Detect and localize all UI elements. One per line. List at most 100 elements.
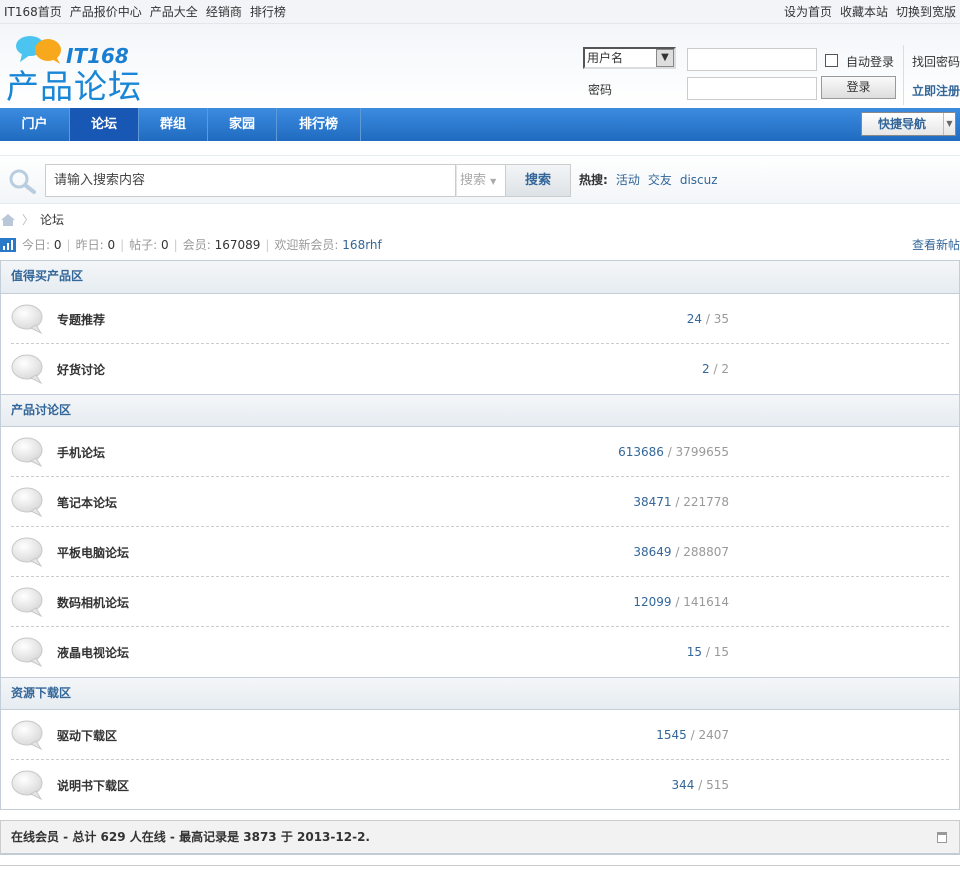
thread-count: 38471 [633, 495, 672, 509]
dropdown-arrow-icon: ▼ [943, 113, 955, 135]
quick-nav-label: 快捷导航 [878, 117, 927, 131]
forum-counts: 15 / 15 [686, 645, 729, 659]
nav-home[interactable]: 家园 [208, 108, 277, 141]
forum-name-link[interactable]: 液晶电视论坛 [57, 644, 129, 661]
password-label: 密码 [588, 83, 613, 97]
forum-counts: 12099 / 141614 [633, 595, 729, 609]
forum-name-link[interactable]: 手机论坛 [57, 444, 105, 461]
chevron-down-icon: ▼ [656, 49, 674, 67]
auto-login-checkbox[interactable] [825, 54, 838, 67]
breadcrumb-forum[interactable]: 论坛 [40, 211, 64, 228]
thread-count: 12099 [633, 595, 672, 609]
online-summary: 在线会员 - 总计 629 人在线 - 最高记录是 3873 于 2013-12… [11, 830, 370, 844]
post-count: 15 [713, 645, 729, 659]
thread-count: 1545 [656, 728, 687, 742]
forum-row: 笔记本论坛 38471 / 221778 [11, 477, 949, 527]
forum-counts: 38471 / 221778 [633, 495, 729, 509]
forum-bubble-icon [11, 720, 43, 750]
nav-rankings[interactable]: 排行榜 [277, 108, 361, 141]
hot-link[interactable]: 交友 [648, 173, 672, 187]
members-count: 167089 [214, 237, 261, 252]
forum-name-link[interactable]: 专题推荐 [57, 311, 105, 328]
breadcrumb-separator: 〉 [22, 213, 35, 227]
forum-counts: 2 / 2 [702, 362, 729, 376]
collapse-icon[interactable] [937, 832, 947, 843]
forum-name-link[interactable]: 好货讨论 [57, 361, 105, 378]
forum-name-link[interactable]: 说明书下载区 [57, 777, 129, 794]
header: IT168 产品论坛 用户名 ▼ 自动登录 密码 登录 找回密码 立即注册 [0, 24, 960, 108]
yesterday-count: 0 [107, 237, 116, 252]
link-rankings[interactable]: 排行榜 [250, 5, 286, 19]
forum-name-link[interactable]: 数码相机论坛 [57, 594, 129, 611]
forum-counts: 1545 / 2407 [656, 728, 729, 742]
posts-count: 0 [161, 237, 169, 252]
today-label: 今日: [22, 238, 51, 252]
link-dealers[interactable]: 经销商 [206, 5, 242, 19]
hot-label: 热搜: [579, 173, 608, 187]
members-label: 会员: [182, 238, 211, 252]
category-header[interactable]: 产品讨论区 [1, 394, 959, 427]
post-count: 515 [706, 778, 729, 792]
link-products[interactable]: 产品大全 [150, 5, 198, 19]
login-button[interactable]: 登录 [821, 76, 896, 99]
forum-bubble-icon [11, 437, 43, 467]
search-type-label: 搜索 [460, 173, 487, 188]
link-price-center[interactable]: 产品报价中心 [70, 5, 142, 19]
yesterday-label: 昨日: [75, 238, 104, 252]
link-it168-home[interactable]: IT168首页 [4, 5, 62, 19]
top-links-right: 设为首页 收藏本站 切换到宽版 [776, 3, 956, 20]
nav-portal[interactable]: 门户 [0, 108, 70, 141]
password-input[interactable] [687, 77, 817, 100]
forum-name-link[interactable]: 笔记本论坛 [57, 494, 117, 511]
category-header[interactable]: 资源下载区 [1, 677, 959, 710]
post-count: 221778 [683, 495, 729, 509]
hot-link[interactable]: 活动 [616, 173, 640, 187]
link-bookmark[interactable]: 收藏本站 [840, 5, 888, 19]
forum-bubble-icon [11, 304, 43, 334]
top-links-left: IT168首页 产品报价中心 产品大全 经销商 排行榜 [4, 3, 294, 20]
forum-row: 驱动下载区 1545 / 2407 [11, 710, 949, 760]
forum-row: 专题推荐 24 / 35 [11, 294, 949, 344]
link-set-homepage[interactable]: 设为首页 [784, 5, 832, 19]
new-member-label: 欢迎新会员: [274, 238, 339, 252]
search-input[interactable]: 请输入搜索内容 [45, 164, 456, 197]
auto-login-label[interactable]: 自动登录 [846, 53, 894, 70]
login-type-value: 用户名 [587, 51, 624, 65]
forum-bubble-icon [11, 637, 43, 667]
view-new-posts-link[interactable]: 查看新帖 [912, 236, 960, 253]
thread-count: 15 [686, 645, 703, 659]
category-header[interactable]: 值得买产品区 [1, 261, 959, 294]
forum-stats: 今日: 0 | 昨日: 0 | 帖子: 0 | 会员: 167089 | 欢迎新会员: … [0, 236, 960, 253]
post-count: 3799655 [675, 445, 729, 459]
forum-counts: 38649 / 288807 [633, 545, 729, 559]
home-icon[interactable] [0, 213, 16, 227]
link-wide-mode[interactable]: 切换到宽版 [896, 5, 956, 19]
today-count: 0 [53, 237, 62, 252]
hot-link[interactable]: discuz [680, 173, 718, 187]
forum-bubble-icon [11, 587, 43, 617]
new-member-link[interactable]: 168rhf [342, 238, 381, 252]
forum-bubble-icon [11, 354, 43, 384]
nav-groups[interactable]: 群组 [139, 108, 208, 141]
forum-bubble-icon [11, 487, 43, 517]
post-count: 35 [713, 312, 729, 326]
thread-count: 2 [702, 362, 710, 376]
forgot-password-link[interactable]: 找回密码 [912, 53, 960, 70]
nav-forum[interactable]: 论坛 [70, 108, 139, 141]
forum-name-link[interactable]: 驱动下载区 [57, 727, 117, 744]
forum-counts: 344 / 515 [671, 778, 729, 792]
forum-name-link[interactable]: 平板电脑论坛 [57, 544, 129, 561]
forum-bubble-icon [11, 770, 43, 800]
search-button[interactable]: 搜索 [505, 164, 571, 197]
divider [0, 865, 960, 866]
login-type-select[interactable]: 用户名 ▼ [583, 47, 676, 69]
register-link[interactable]: 立即注册 [912, 82, 960, 99]
post-count: 288807 [683, 545, 729, 559]
quick-nav-button[interactable]: 快捷导航 ▼ [861, 112, 956, 136]
top-bar: IT168首页 产品报价中心 产品大全 经销商 排行榜 设为首页 收藏本站 切换到宽版 [0, 0, 960, 24]
search-icon [9, 169, 36, 194]
thread-count: 38649 [633, 545, 672, 559]
forum-board: 值得买产品区 专题推荐 24 / 35 好货讨论 2 / 2 产品讨论区 手机论坛 61368… [0, 260, 960, 810]
search-type-select[interactable]: 搜索 ▼ [456, 164, 506, 197]
username-input[interactable] [687, 48, 817, 71]
